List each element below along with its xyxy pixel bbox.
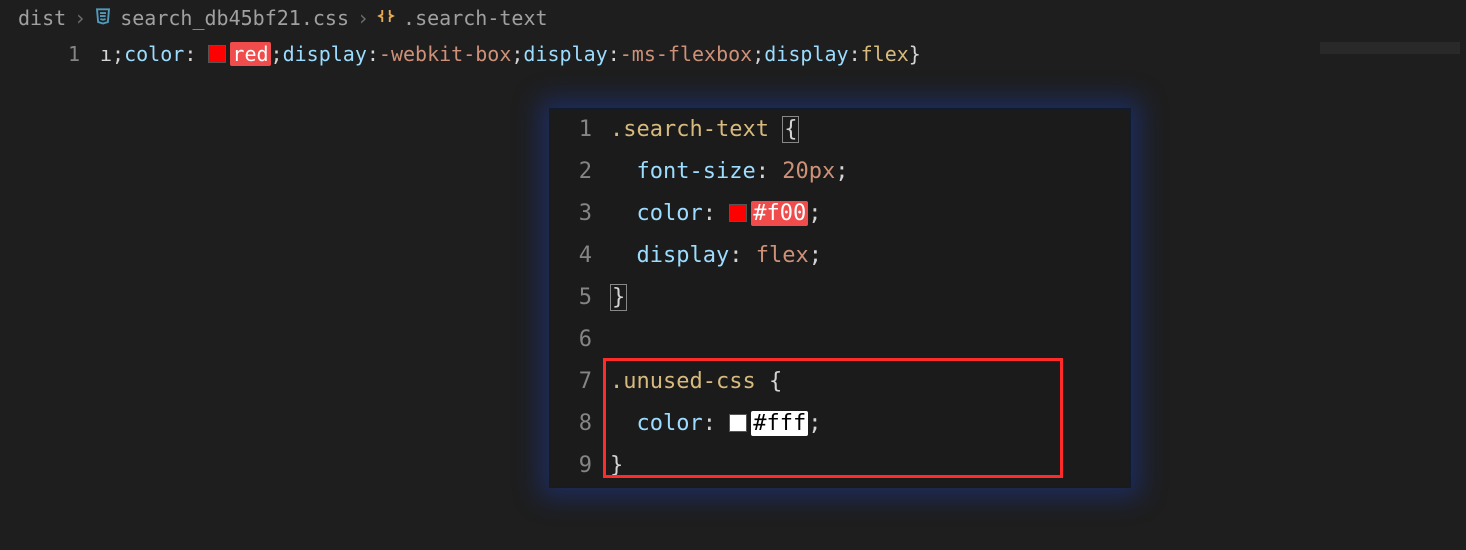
code-token: :	[184, 42, 196, 66]
peek-code[interactable]: color: #fff;	[610, 403, 1130, 445]
color-value-highlighted[interactable]: #fff	[751, 411, 808, 436]
peek-line[interactable]: 1.search-text {	[550, 109, 1130, 151]
peek-code[interactable]: font-size: 20px;	[610, 151, 1130, 193]
peek-code[interactable]: color: #f00;	[610, 193, 1130, 235]
line-number: 9	[550, 445, 610, 487]
code-token: color	[124, 42, 184, 66]
peek-line[interactable]: 9}	[550, 445, 1130, 487]
peek-code[interactable]: }	[610, 277, 1130, 319]
code-line[interactable]: ı;color: red;display:-webkit-box;display…	[100, 40, 1466, 68]
line-number: 7	[550, 361, 610, 403]
code-token: ı	[100, 42, 112, 66]
chevron-right-icon: ›	[74, 6, 86, 30]
peek-code[interactable]	[610, 319, 1130, 361]
code-token: ;	[112, 42, 124, 66]
peek-line[interactable]: 8 color: #fff;	[550, 403, 1130, 445]
code-editor[interactable]: 1 ı;color: red;display:-webkit-box;displ…	[0, 36, 1466, 68]
peek-definition-panel[interactable]: 1.search-text {2 font-size: 20px;3 color…	[549, 108, 1131, 488]
code-token: :	[367, 42, 379, 66]
code-token: ;	[271, 42, 283, 66]
line-number: 5	[550, 277, 610, 319]
peek-line[interactable]: 5}	[550, 277, 1130, 319]
code-token: }	[909, 42, 921, 66]
code-token: -ms-flexbox	[620, 42, 752, 66]
peek-code[interactable]: .search-text {	[610, 109, 1130, 151]
code-token: :	[849, 42, 861, 66]
color-swatch-icon[interactable]	[729, 204, 747, 222]
line-number: 8	[550, 403, 610, 445]
line-number: 1	[0, 40, 80, 68]
peek-code[interactable]: .unused-css {	[610, 361, 1130, 403]
breadcrumb-folder[interactable]: dist	[18, 6, 66, 30]
line-number: 4	[550, 235, 610, 277]
line-gutter: 1	[0, 40, 100, 68]
line-number: 2	[550, 151, 610, 193]
color-value-highlighted[interactable]: red	[230, 42, 270, 66]
color-swatch-icon[interactable]	[208, 45, 226, 63]
code-token: -webkit-box	[379, 42, 511, 66]
line-number: 6	[550, 319, 610, 361]
peek-line[interactable]: 6	[550, 319, 1130, 361]
code-token: display	[764, 42, 848, 66]
breadcrumb[interactable]: dist › search_db45bf21.css › .search-tex…	[0, 0, 1466, 36]
line-number: 3	[550, 193, 610, 235]
code-token: ;	[511, 42, 523, 66]
code-token: :	[608, 42, 620, 66]
line-number: 1	[550, 109, 610, 151]
chevron-right-icon: ›	[357, 6, 369, 30]
peek-code[interactable]: }	[610, 445, 1130, 487]
peek-line[interactable]: 7.unused-css {	[550, 361, 1130, 403]
css-file-icon	[94, 7, 112, 30]
minimap[interactable]	[1320, 42, 1460, 54]
code-token: display	[283, 42, 367, 66]
peek-line[interactable]: 4 display: flex;	[550, 235, 1130, 277]
peek-code[interactable]: display: flex;	[610, 235, 1130, 277]
breadcrumb-file[interactable]: search_db45bf21.css	[120, 6, 349, 30]
css-selector-icon	[377, 6, 395, 30]
code-token: ;	[752, 42, 764, 66]
color-swatch-icon[interactable]	[729, 414, 747, 432]
color-value-highlighted[interactable]: #f00	[751, 201, 808, 226]
code-token: flex	[861, 42, 909, 66]
breadcrumb-symbol[interactable]: .search-text	[403, 6, 548, 30]
peek-line[interactable]: 3 color: #f00;	[550, 193, 1130, 235]
peek-line[interactable]: 2 font-size: 20px;	[550, 151, 1130, 193]
code-token: display	[523, 42, 607, 66]
